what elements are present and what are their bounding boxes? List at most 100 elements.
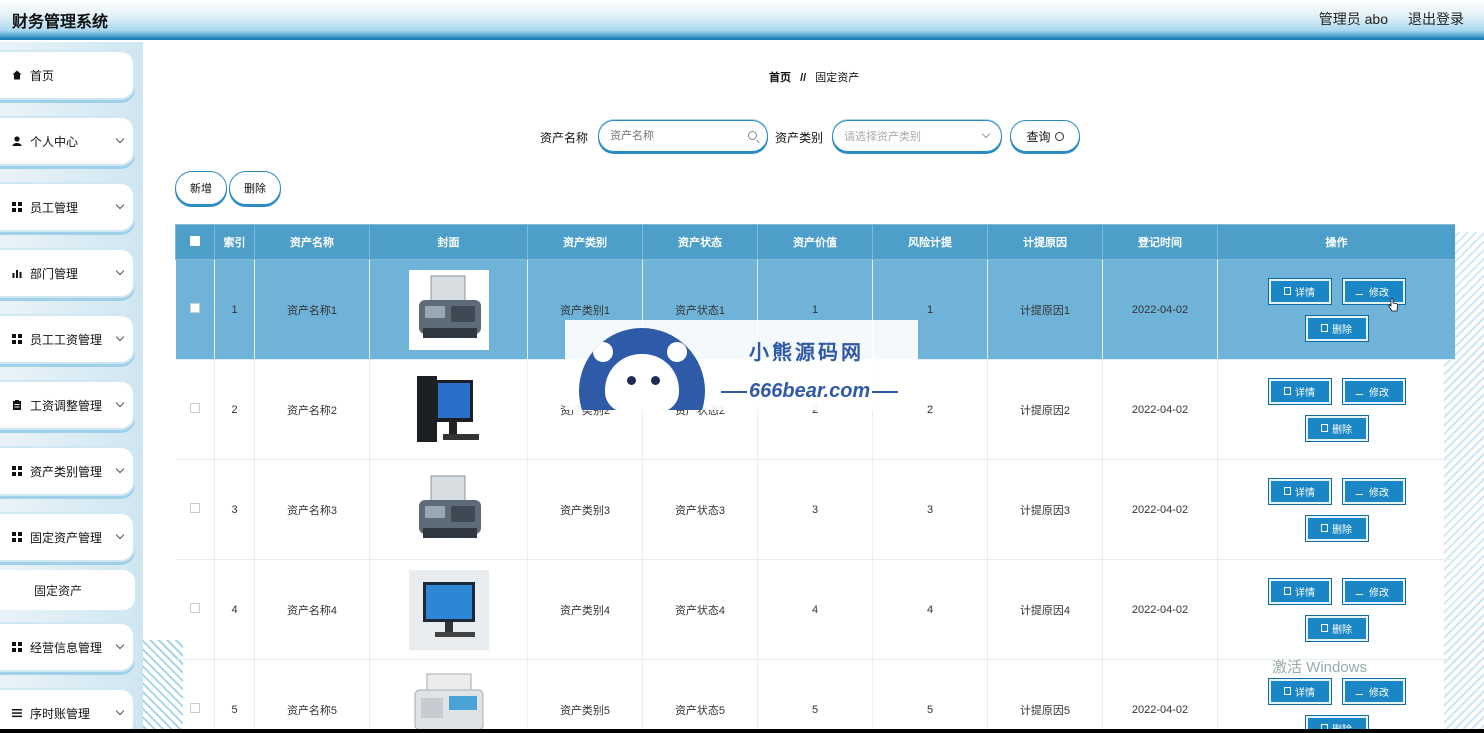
edit-label: 修改 [1369,387,1389,399]
edit-button[interactable]: 修改 [1341,677,1406,705]
risk-provision-cell: 3 [872,459,988,560]
edit-button[interactable]: 修改 [1341,477,1406,505]
col-header: 登记时间 [1102,224,1218,260]
col-header: 操作 [1217,224,1455,260]
detail-button[interactable]: 详情 [1267,477,1332,505]
chevron-down-icon [115,200,125,210]
detail-button[interactable]: 详情 [1267,577,1332,605]
desktop-computer-image [408,369,489,450]
home-icon [12,70,22,80]
table-row[interactable]: 4 资产名称4 资产类别4 资产状态4 4 4 计提原因4 2022-04-02 详情 修改 删除 [175,559,1455,660]
asset-category-cell: 资产类别3 [527,459,643,560]
delete-button[interactable]: 删除 [1304,314,1369,342]
sidebar-item-home[interactable]: 首页 [0,50,135,100]
add-button[interactable]: 新增 [175,171,227,205]
sidebar-item-journal[interactable]: 序时账管理 [0,688,135,733]
hand-cursor-icon [1388,298,1398,312]
sidebar-item-salary[interactable]: 员工工资管理 [0,314,135,364]
sidebar-item-employees[interactable]: 员工管理 [0,182,135,232]
provision-reason-cell: 计提原因4 [987,559,1103,660]
edit-pencil-icon [1355,587,1368,595]
select-all-cell[interactable] [175,224,215,260]
asset-name-search[interactable] [598,120,768,152]
grid-icon [12,532,22,542]
sidebar-subitem-fixed-asset[interactable]: 固定资产 [0,570,135,610]
user-icon [12,136,22,146]
sidebar-item-fixed-assets[interactable]: 固定资产管理 [0,512,135,562]
chevron-down-icon [115,332,125,342]
grid-icon [12,202,22,212]
risk-provision-cell: 4 [872,559,988,660]
row-select-cell[interactable] [175,259,215,360]
breadcrumb-current: 固定资产 [815,72,860,84]
index-cell: 4 [214,559,255,660]
cover-cell [369,459,528,560]
cover-cell [369,259,528,360]
detail-button[interactable]: 详情 [1267,277,1332,305]
edit-label: 修改 [1369,287,1389,299]
sidebar-item-salary-adjust[interactable]: 工资调整管理 [0,380,135,430]
delete-button[interactable]: 删除 [1304,614,1369,642]
row-select-cell[interactable] [175,359,215,460]
query-button[interactable]: 查询 [1010,120,1080,152]
asset-category-placeholder: 请选择资产类别 [844,131,921,143]
asset-category-select[interactable]: 请选择资产类别 [832,120,1002,152]
row-checkbox[interactable] [189,703,200,713]
register-date-cell: 2022-04-02 [1102,659,1218,733]
row-checkbox[interactable] [189,503,200,513]
detail-label: 详情 [1295,687,1315,699]
select-all-checkbox[interactable] [190,235,200,246]
sidebar-item-departments[interactable]: 部门管理 [0,248,135,298]
asset-name-cell: 资产名称4 [254,559,370,660]
chevron-down-icon [115,640,125,650]
row-select-cell[interactable] [175,459,215,560]
bottom-edge [0,729,1484,733]
asset-category-cell: 资产类别5 [527,659,643,733]
search-icon [1054,131,1064,141]
trash-icon [1321,524,1328,532]
trash-icon [1321,624,1328,632]
edit-button[interactable]: 修改 [1341,377,1406,405]
row-checkbox[interactable] [189,303,200,313]
asset-value-cell: 3 [757,459,873,560]
batch-delete-button[interactable]: 删除 [229,171,281,205]
col-header: 资产状态 [642,224,758,260]
row-checkbox[interactable] [189,603,200,613]
delete-button[interactable]: 删除 [1304,514,1369,542]
edit-button[interactable]: 修改 [1341,577,1406,605]
sidebar-item-label: 员工管理 [30,200,79,215]
delete-label: 删除 [1332,524,1352,536]
asset-name-cell: 资产名称2 [254,359,370,460]
chevron-down-icon [115,464,125,474]
delete-label: 删除 [1332,624,1352,636]
chevron-down-icon [115,266,125,276]
row-checkbox[interactable] [189,403,200,413]
sidebar-item-business-info[interactable]: 经营信息管理 [0,622,135,672]
table-row[interactable]: 3 资产名称3 资产类别3 资产状态3 3 3 计提原因3 2022-04-02 详情 修改 删除 [175,459,1455,560]
table-row[interactable]: 5资产名称5资产类别5资产状态555计提原因52022-04-02详情修改删除 [175,659,1455,733]
col-header: 计提原因 [987,224,1103,260]
document-icon [1284,687,1291,695]
sidebar-item-label: 首页 [30,68,55,83]
row-select-cell[interactable] [175,659,215,733]
delete-button[interactable]: 删除 [1304,414,1369,442]
app-title: 财务管理系统 [12,14,109,31]
detail-button[interactable]: 详情 [1267,377,1332,405]
asset-status-cell: 资产状态5 [642,659,758,733]
detail-button[interactable]: 详情 [1267,677,1332,705]
chevron-down-icon [115,134,125,144]
sidebar-item-asset-category[interactable]: 资产类别管理 [0,446,135,496]
col-header: 资产名称 [254,224,370,260]
asset-name-input[interactable] [610,130,730,142]
grid-icon [12,466,22,476]
sidebar-item-profile[interactable]: 个人中心 [0,116,135,166]
top-header: 财务管理系统 管理员 abo 退出登录 [0,0,1484,40]
row-select-cell[interactable] [175,559,215,660]
risk-provision-cell: 5 [872,659,988,733]
breadcrumb-home[interactable]: 首页 [769,72,791,84]
monitor-display-image [408,569,489,650]
logout-link[interactable]: 退出登录 [1408,9,1464,29]
cover-cell [369,559,528,660]
edit-pencil-icon [1355,687,1368,695]
document-icon [1284,287,1291,295]
